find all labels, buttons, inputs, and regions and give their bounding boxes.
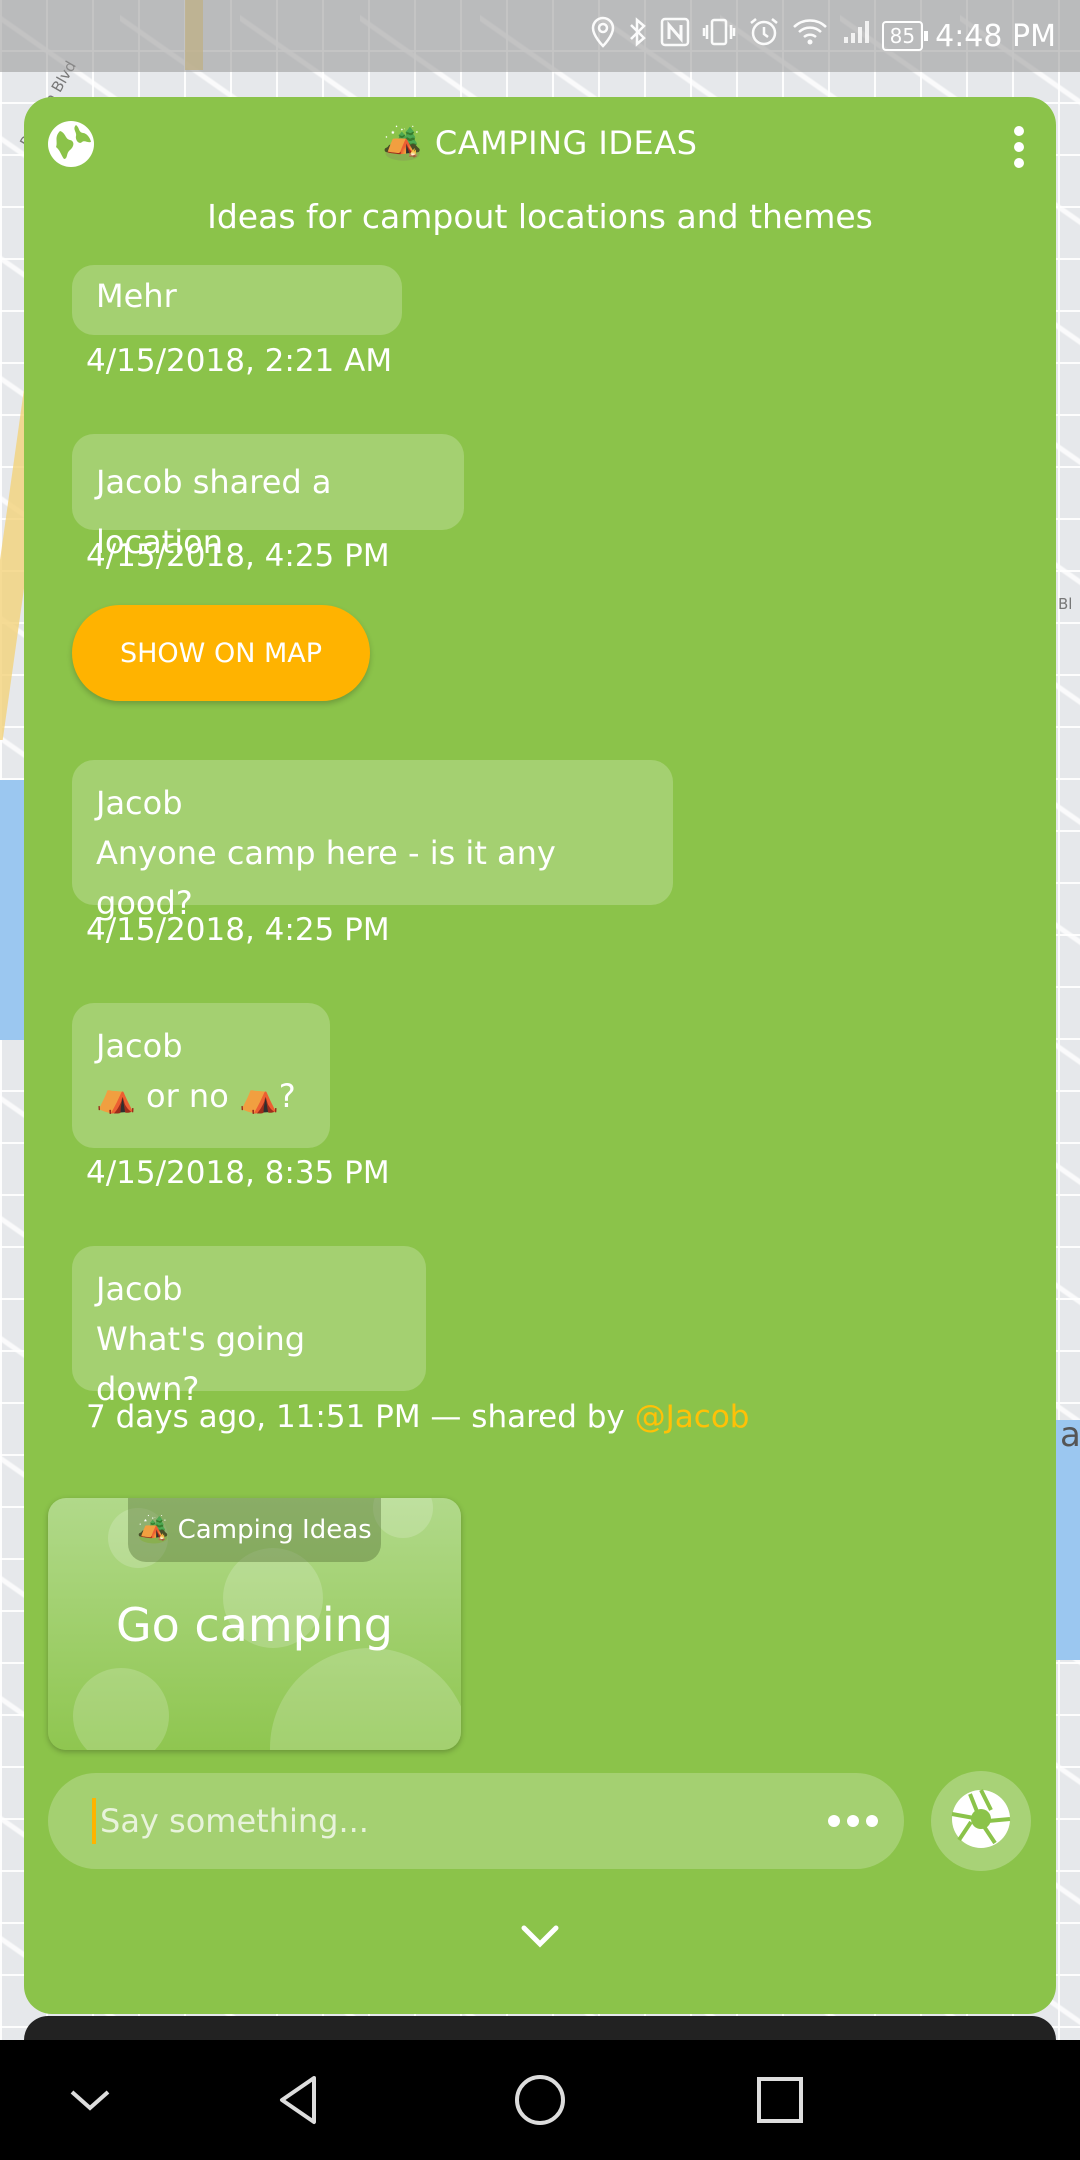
wifi-icon [792,17,828,55]
home-icon[interactable] [510,2070,570,2130]
recent-apps-icon[interactable] [750,2070,810,2130]
message-timestamp: 4/15/2018, 4:25 PM [86,912,390,948]
vibrate-icon [702,17,736,55]
message-input-placeholder: Say something... [100,1802,369,1840]
map-water [0,780,26,1040]
tent-icon: 🏕️ [382,124,423,162]
bottom-sheet-tab[interactable] [24,2016,1056,2040]
page-title: 🏕️ CAMPING IDEAS [24,124,1056,162]
page-subtitle: Ideas for campout locations and themes [207,197,873,236]
signal-icon [840,17,870,55]
message-bubble[interactable]: Jacob shared a location [72,434,464,561]
message-bubble[interactable]: Mehr [72,265,402,335]
title-text: CAMPING IDEAS [434,124,698,162]
idea-card[interactable]: 🏕️ Camping Ideas Go camping [48,1498,461,1750]
card-decoration [270,1648,461,1750]
bluetooth-icon [628,16,648,56]
more-options-icon[interactable] [1012,121,1026,171]
message-text: Mehr [96,277,177,315]
location-icon [590,16,616,56]
timestamp-text: 7 days ago, 11:51 PM — shared by [86,1399,635,1435]
message-timestamp: 4/15/2018, 8:35 PM [86,1155,390,1191]
map-label: Bl [1058,595,1073,613]
chevron-down-icon[interactable] [520,1923,560,1949]
message-timestamp: 4/15/2018, 4:25 PM [86,538,390,574]
clock: 4:48 PM [935,18,1056,54]
message-input[interactable]: Say something... [48,1773,904,1869]
camera-shutter-icon [950,1788,1012,1854]
map-label: a [1060,1415,1080,1455]
tent-icon: ⛺ [96,1077,136,1115]
message-text-part: or no [135,1077,239,1115]
navigation-bar [0,2040,1080,2160]
card-decoration [373,1498,433,1538]
message-text: ⛺ or no ⛺? [96,1071,306,1121]
message-timestamp: 7 days ago, 11:51 PM — shared by @Jacob [86,1399,749,1435]
card-tag: 🏕️ Camping Ideas [128,1498,381,1562]
card-decoration [73,1668,169,1750]
camera-button[interactable] [931,1771,1031,1871]
map-water [1052,1420,1080,1660]
user-mention-link[interactable]: @Jacob [635,1399,750,1435]
message-text-part: ⛺? [238,1077,296,1115]
more-dots-icon[interactable] [828,1815,878,1827]
message-bubble[interactable]: Jacob What's going down? [72,1246,426,1408]
status-bar: 85 4:48 PM [0,0,1080,72]
message-bubble[interactable]: Jacob Anyone camp here - is it any good? [72,760,673,922]
card-text: Go camping [115,1598,394,1652]
message-bubble[interactable]: Jacob ⛺ or no ⛺? [72,1003,330,1148]
message-author: Jacob [96,1270,183,1308]
back-icon[interactable] [270,2070,330,2130]
chevron-down-icon[interactable] [60,2070,120,2130]
battery-indicator: 85 [881,21,929,51]
text-caret [92,1798,96,1844]
message-timestamp: 4/15/2018, 2:21 AM [86,343,393,379]
card-tag-label: Camping Ideas [177,1515,372,1545]
show-on-map-button[interactable]: SHOW ON MAP [72,605,370,701]
alarm-icon [748,16,780,56]
chat-panel: 🏕️ CAMPING IDEAS Ideas for campout locati… [24,97,1056,2014]
message-author: Jacob [96,784,183,822]
message-author: Jacob [96,1027,183,1065]
nfc-icon [660,17,690,55]
tent-icon: 🏕️ [137,1515,170,1545]
